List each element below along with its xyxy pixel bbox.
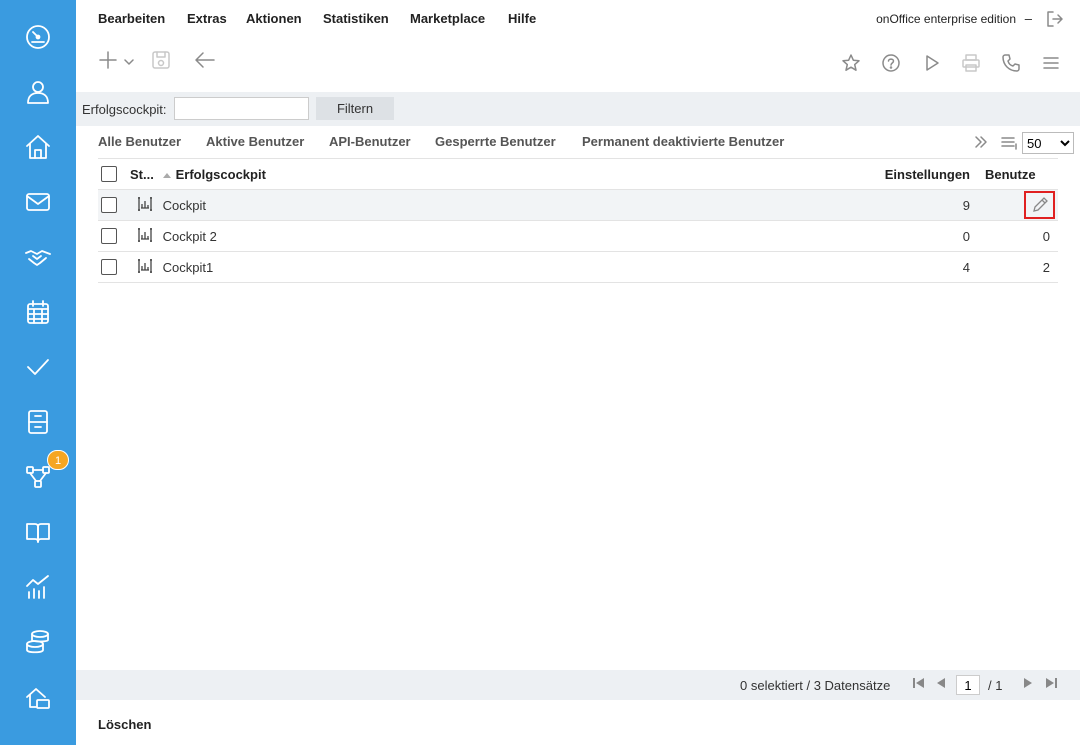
property-icon[interactable] [22, 681, 54, 713]
cell-einstellungen: 9 [878, 189, 978, 221]
last-page-icon[interactable] [1044, 676, 1058, 693]
app-window: 1 Bearbeiten Extras Aktionen Statistiken… [0, 0, 1080, 745]
user-tabs: Alle Benutzer Aktive Benutzer API-Benutz… [76, 126, 1080, 158]
cell-benutzer: 2 [978, 251, 1058, 283]
edition-label: onOffice enterprise edition [876, 12, 1016, 26]
mail-icon[interactable] [22, 186, 54, 218]
calendar-icon[interactable] [22, 296, 54, 328]
help-icon[interactable] [881, 53, 901, 76]
pencil-icon [1032, 197, 1048, 212]
page-total: / 1 [988, 678, 1003, 693]
table-row[interactable]: Cockpit 9 [98, 189, 1058, 221]
page-input[interactable] [956, 675, 980, 695]
list-settings-icon[interactable] [1001, 136, 1019, 153]
cockpit-name[interactable]: Cockpit1 [163, 260, 214, 275]
row-checkbox[interactable] [101, 259, 117, 276]
database-icon[interactable] [22, 626, 54, 658]
minimize-dash[interactable]: – [1025, 11, 1032, 26]
menu-statistiken[interactable]: Statistiken [323, 11, 389, 26]
logout-icon[interactable] [1046, 10, 1064, 31]
menu-aktionen[interactable]: Aktionen [246, 11, 302, 26]
archive-icon[interactable] [22, 406, 54, 438]
select-all-checkbox[interactable] [101, 166, 117, 183]
sidebar: 1 [0, 0, 76, 745]
hamburger-menu-icon[interactable] [1041, 53, 1061, 76]
notification-badge: 1 [47, 450, 69, 470]
cockpit-table: St... Erfolgscockpit Einstellungen Benut… [98, 158, 1058, 283]
footer: Löschen [76, 700, 1080, 745]
header-erfolgscockpit[interactable]: Erfolgscockpit [158, 158, 878, 190]
tab-api-benutzer[interactable]: API-Benutzer [329, 134, 411, 149]
filter-button[interactable]: Filtern [316, 97, 394, 120]
cockpit-chart-icon [137, 196, 153, 215]
menu-hilfe[interactable]: Hilfe [508, 11, 536, 26]
table-header-row: St... Erfolgscockpit Einstellungen Benut… [98, 158, 1058, 190]
per-page-select[interactable]: 50 [1022, 132, 1074, 154]
cell-einstellungen: 0 [878, 220, 978, 252]
tab-alle-benutzer[interactable]: Alle Benutzer [98, 134, 181, 149]
prev-page-icon[interactable] [934, 676, 948, 693]
check-icon[interactable] [22, 351, 54, 383]
header-einstellungen[interactable]: Einstellungen [878, 158, 978, 190]
home-icon[interactable] [22, 131, 54, 163]
first-page-icon[interactable] [912, 676, 926, 693]
print-icon[interactable] [961, 53, 981, 76]
expand-tabs-icon[interactable] [973, 134, 989, 153]
table-row[interactable]: Cockpit1 4 2 [98, 251, 1058, 283]
header-benutzer[interactable]: Benutze [978, 158, 1058, 190]
user-icon[interactable] [22, 76, 54, 108]
filter-input[interactable] [174, 97, 309, 120]
edit-pencil-button[interactable] [1024, 191, 1055, 219]
menu-marketplace[interactable]: Marketplace [410, 11, 485, 26]
filter-label: Erfolgscockpit: [82, 102, 167, 117]
header-status[interactable]: St... [130, 158, 158, 190]
dashboard-icon[interactable] [22, 21, 54, 53]
back-arrow-icon[interactable] [194, 50, 216, 73]
selection-status: 0 selektiert / 3 Datensätze [740, 678, 891, 693]
next-page-icon[interactable] [1021, 676, 1035, 693]
handshake-icon[interactable] [22, 241, 54, 273]
delete-button[interactable]: Löschen [98, 717, 151, 732]
statistics-icon[interactable] [22, 571, 54, 603]
add-icon[interactable] [98, 50, 118, 73]
cell-benutzer: 0 [978, 220, 1058, 252]
menu-bar: Bearbeiten Extras Aktionen Statistiken M… [76, 0, 1080, 38]
cockpit-name[interactable]: Cockpit [163, 198, 206, 213]
tab-aktive-benutzer[interactable]: Aktive Benutzer [206, 134, 304, 149]
cockpit-name[interactable]: Cockpit 2 [163, 229, 217, 244]
tab-gesperrte-benutzer[interactable]: Gesperrte Benutzer [435, 134, 556, 149]
header-erfolgscockpit-label: Erfolgscockpit [175, 166, 266, 182]
menu-bearbeiten[interactable]: Bearbeiten [98, 11, 165, 26]
status-bar: 0 selektiert / 3 Datensätze / 1 [76, 670, 1080, 700]
tab-permanent-deaktivierte-benutzer[interactable]: Permanent deaktivierte Benutzer [582, 134, 784, 149]
sort-asc-icon [163, 173, 171, 179]
main-content: Bearbeiten Extras Aktionen Statistiken M… [76, 0, 1080, 745]
cell-einstellungen: 4 [878, 251, 978, 283]
star-icon[interactable] [841, 53, 861, 76]
cockpit-chart-icon [137, 258, 153, 277]
chevron-down-icon[interactable] [123, 56, 135, 71]
cockpit-chart-icon [137, 227, 153, 246]
menu-extras[interactable]: Extras [187, 11, 227, 26]
row-checkbox[interactable] [101, 197, 117, 214]
book-icon[interactable] [22, 516, 54, 548]
table-row[interactable]: Cockpit 2 0 0 [98, 220, 1058, 252]
phone-icon[interactable] [1001, 53, 1021, 76]
filter-bar: Erfolgscockpit: Filtern [76, 92, 1080, 126]
play-icon[interactable] [922, 53, 942, 76]
save-icon[interactable] [151, 50, 171, 73]
row-checkbox[interactable] [101, 228, 117, 245]
